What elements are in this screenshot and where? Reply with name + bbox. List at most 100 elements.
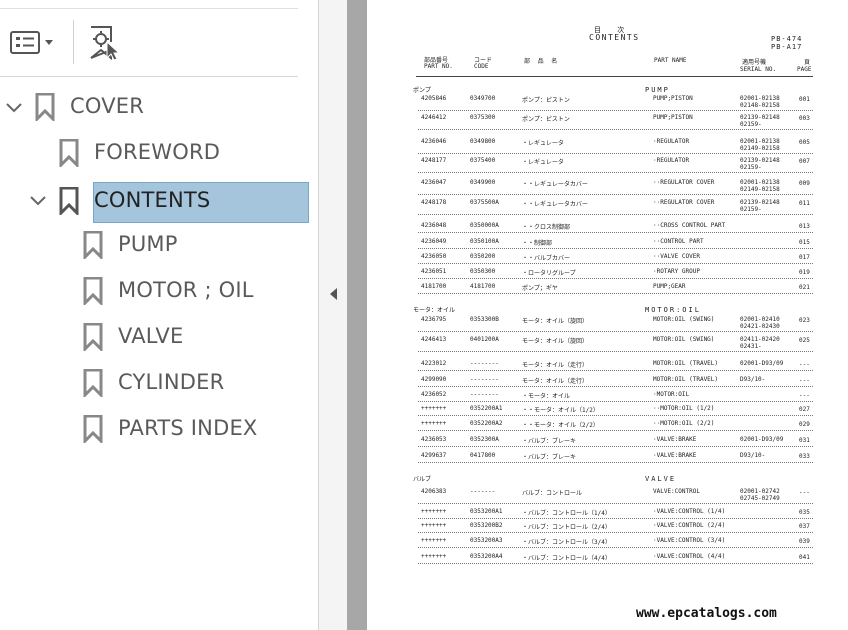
chevron-down-icon[interactable]	[29, 195, 47, 207]
row-page: 013	[799, 223, 810, 230]
bookmark-contents[interactable]: CONTENTS	[0, 182, 310, 222]
row-part-no: 4206383	[421, 488, 447, 495]
row-part-name: ·REGULATOR	[653, 138, 690, 145]
row-code: --------	[470, 360, 499, 367]
row-name-jp: ポンプ：ピストン	[522, 116, 570, 123]
bookmark-label: PARTS INDEX	[118, 416, 258, 440]
row-divider	[418, 232, 813, 233]
bookmark-icon	[83, 369, 103, 397]
row-part-name: MOTOR:OIL (SWING)	[653, 316, 715, 323]
row-code: 0401200A	[470, 336, 499, 343]
row-part-name: ·VALVE:BRAKE	[653, 436, 697, 443]
row-page: 003	[799, 115, 810, 122]
row-part-no: 4299090	[421, 376, 447, 383]
row-part-no: +++++++	[421, 508, 447, 515]
row-serial: 02001-02138	[740, 95, 780, 102]
doc-code-1: PB-474	[771, 35, 803, 43]
bookmark-parts-index[interactable]: PARTS INDEX	[0, 412, 300, 446]
row-part-no: +++++++	[421, 420, 447, 427]
row-page: ---	[799, 489, 810, 496]
row-serial: 02411-02420	[740, 336, 780, 343]
row-serial: 02139-02148	[740, 157, 780, 164]
find-bookmark-button[interactable]	[86, 24, 122, 62]
row-page: 021	[799, 284, 810, 291]
row-name-jp: ・・モータ：オイル（2/2）	[522, 422, 599, 429]
row-name-jp: ・・モータ：オイル（1/2）	[522, 407, 599, 414]
toolbar-separator	[73, 20, 74, 64]
bookmark-foreword[interactable]: FOREWORD	[0, 136, 300, 170]
row-divider	[418, 293, 813, 294]
collapse-panel-icon[interactable]	[328, 287, 338, 301]
row-part-name: VALVE:CONTROL	[653, 488, 700, 495]
row-serial: 02001-02742	[740, 488, 780, 495]
row-divider	[418, 351, 813, 352]
row-divider	[418, 331, 813, 332]
bookmark-cylinder[interactable]: CYLINDER	[0, 366, 300, 400]
bookmarks-panel: COVER FOREWORD CONTENTS PUMP MOTOR ; OIL	[0, 0, 318, 630]
row-part-name: MOTOR:OIL (TRAVEL)	[653, 360, 719, 367]
row-code: --------	[470, 376, 499, 383]
row-divider	[418, 503, 813, 504]
row-part-no: 4236046	[421, 138, 447, 145]
header-page-jp: 頁	[804, 59, 811, 66]
row-page: 019	[799, 269, 810, 276]
row-code: 0350100A	[470, 238, 499, 245]
options-button[interactable]	[8, 28, 60, 58]
row-serial: 02159-	[740, 121, 762, 128]
bookmark-icon	[59, 187, 79, 215]
row-divider	[418, 194, 813, 195]
row-divider	[418, 547, 813, 548]
row-page: 009	[799, 180, 810, 187]
row-part-name: PUMP;PISTON	[653, 95, 693, 102]
row-part-name: ·VALVE:CONTROL (2/4)	[653, 522, 726, 529]
header-code: CODE	[474, 63, 489, 70]
row-page: 005	[799, 139, 810, 146]
row-name-jp: バルブ：コントロール	[522, 490, 583, 497]
section-title: MOTOR:OIL	[645, 306, 701, 314]
header-part-name: PART NAME	[654, 57, 687, 64]
section-title: PUMP	[645, 86, 670, 94]
row-part-name: ·VALVE:CONTROL (1/4)	[653, 508, 726, 515]
chevron-down-icon[interactable]	[5, 102, 23, 114]
row-part-no: 4236795	[421, 316, 447, 323]
row-code: 4181700	[470, 283, 496, 290]
list-options-icon	[10, 31, 53, 54]
row-page: 011	[799, 200, 810, 207]
bookmark-valve[interactable]: VALVE	[0, 320, 300, 354]
bookmark-label: COVER	[70, 94, 145, 118]
row-part-no: 4248177	[421, 157, 447, 164]
row-part-no: +++++++	[421, 537, 447, 544]
row-name-jp: ・バルブ：コントロール（2/4）	[522, 524, 611, 531]
row-part-no: 4246413	[421, 336, 447, 343]
row-part-name: MOTOR:OIL (TRAVEL)	[653, 376, 719, 383]
row-name-jp: ・・レギュレータカバー	[522, 201, 588, 208]
row-page: 033	[799, 453, 810, 460]
row-code: 0349800	[470, 138, 496, 145]
bookmark-cover[interactable]: COVER	[0, 90, 300, 124]
row-name-jp: ・バルブ：ブレーキ	[522, 438, 577, 445]
bookmark-label: CONTENTS	[94, 188, 211, 212]
row-page: ---	[799, 392, 810, 399]
row-part-no: 4223012	[421, 360, 447, 367]
row-name-jp: ・バルブ：コントロール（1/4）	[522, 510, 611, 517]
row-page: 025	[799, 337, 810, 344]
bookmark-label: VALVE	[118, 324, 184, 348]
row-part-no: 4236049	[421, 238, 447, 245]
row-name-jp: ・・制御部	[522, 240, 553, 247]
row-name-jp: ・モータ：オイル	[522, 393, 571, 400]
bookmark-icon	[83, 323, 103, 351]
row-part-name: PUMP;PISTON	[653, 114, 693, 121]
row-code: -------	[470, 488, 496, 495]
row-part-no: 4181700	[421, 283, 447, 290]
row-code: 0353200A3	[470, 537, 503, 544]
row-part-name: ·VALVE:BRAKE	[653, 452, 697, 459]
panel-collapse-strip[interactable]	[319, 0, 347, 630]
row-divider	[418, 263, 813, 264]
row-divider	[418, 462, 813, 463]
row-divider	[418, 518, 813, 519]
row-name-jp: ・レギュレータ	[522, 159, 564, 166]
bookmark-pump[interactable]: PUMP	[0, 228, 300, 262]
row-divider	[418, 563, 813, 564]
bookmark-motor-oil[interactable]: MOTOR ; OIL	[0, 274, 300, 308]
row-divider	[418, 532, 813, 533]
